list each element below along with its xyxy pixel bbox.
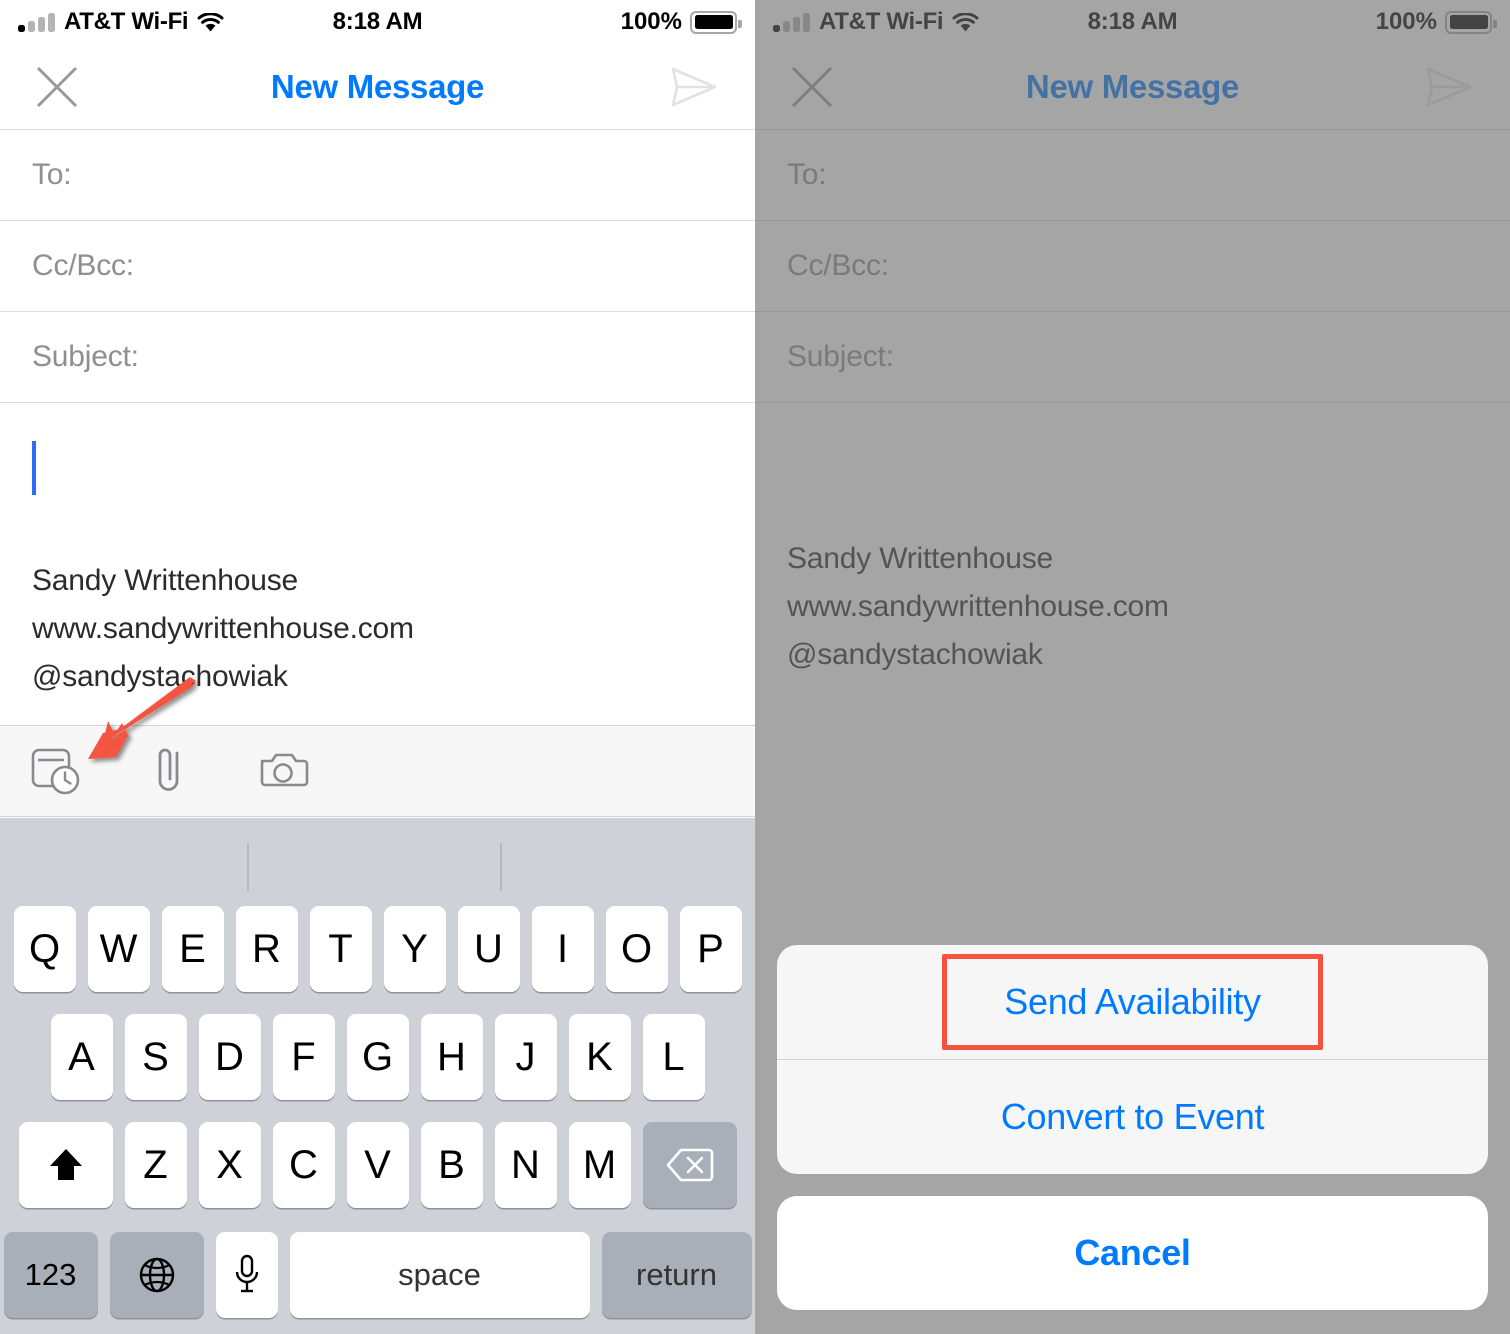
cc-bcc-field[interactable]: Cc/Bcc: [0, 221, 755, 312]
keyboard-row-4: 123 space return [0, 1232, 755, 1318]
action-convert-to-event[interactable]: Convert to Event [777, 1060, 1488, 1174]
globe-language-icon[interactable] [109, 1232, 204, 1318]
key-space[interactable]: space [289, 1232, 590, 1318]
email-signature-2: Sandy Writtenhouse www.sandywrittenhouse… [787, 535, 1478, 679]
key-numeric-123[interactable]: 123 [3, 1232, 98, 1318]
key-h[interactable]: H [420, 1014, 483, 1100]
signature-line-website: www.sandywrittenhouse.com [787, 590, 1169, 623]
key-b[interactable]: B [420, 1122, 483, 1208]
key-n[interactable]: N [494, 1122, 557, 1208]
key-o[interactable]: O [605, 906, 668, 992]
send-paper-plane-icon[interactable] [665, 64, 721, 110]
subject-field[interactable]: Subject: [755, 312, 1510, 403]
action-convert-to-event-label: Convert to Event [1000, 1096, 1265, 1137]
key-e[interactable]: E [161, 906, 224, 992]
predictive-text-bar[interactable] [0, 818, 755, 894]
cc-bcc-field-label: Cc/Bcc: [787, 249, 889, 282]
to-field[interactable]: To: [755, 130, 1510, 221]
signature-line-handle: @sandystachowiak [787, 638, 1043, 671]
key-p[interactable]: P [679, 906, 742, 992]
camera-icon[interactable] [258, 745, 310, 797]
close-x-icon[interactable] [34, 64, 80, 110]
signature-line-website: www.sandywrittenhouse.com [32, 612, 414, 645]
action-sheet: Send Availability Convert to Event Cance… [755, 945, 1510, 1334]
key-x[interactable]: X [198, 1122, 261, 1208]
to-field-label: To: [787, 158, 827, 191]
key-g[interactable]: G [346, 1014, 409, 1100]
key-c[interactable]: C [272, 1122, 335, 1208]
annotation-arrow [88, 677, 196, 759]
status-bar-2: AT&T Wi-Fi 8:18 AM 100% [755, 0, 1510, 44]
status-bar: AT&T Wi-Fi 8:18 AM 100% [0, 0, 755, 44]
keyboard-row-1: Q W E R T Y U I O P [0, 906, 755, 992]
navigation-bar: New Message [0, 44, 755, 130]
subject-field-label: Subject: [787, 340, 894, 373]
navigation-bar-2: New Message [755, 44, 1510, 130]
subject-field-label: Subject: [32, 340, 139, 373]
key-s[interactable]: S [124, 1014, 187, 1100]
message-body[interactable]: Sandy Writtenhouse www.sandywrittenhouse… [0, 403, 755, 701]
cc-bcc-field-label: Cc/Bcc: [32, 249, 134, 282]
key-i[interactable]: I [531, 906, 594, 992]
signature-line-name: Sandy Writtenhouse [32, 564, 299, 597]
microphone-dictation-icon[interactable] [215, 1232, 278, 1318]
key-m[interactable]: M [568, 1122, 631, 1208]
signature-line-name: Sandy Writtenhouse [787, 542, 1054, 575]
key-v[interactable]: V [346, 1122, 409, 1208]
key-t[interactable]: T [309, 906, 372, 992]
battery-full-icon [1445, 10, 1497, 34]
key-z[interactable]: Z [124, 1122, 187, 1208]
key-k[interactable]: K [568, 1014, 631, 1100]
clock-label: 8:18 AM [332, 8, 423, 35]
key-d[interactable]: D [198, 1014, 261, 1100]
key-y[interactable]: Y [383, 906, 446, 992]
action-cancel-button[interactable]: Cancel [777, 1196, 1488, 1310]
action-sheet-options-group: Send Availability Convert to Event [777, 945, 1488, 1174]
keyboard-row-2: A S D F G H J K L [0, 1014, 755, 1100]
action-send-availability[interactable]: Send Availability [777, 945, 1488, 1059]
key-f[interactable]: F [272, 1014, 335, 1100]
phone-screen-action-sheet: AT&T Wi-Fi 8:18 AM 100% New Message To: … [755, 0, 1510, 1334]
key-l[interactable]: L [642, 1014, 705, 1100]
close-x-icon[interactable] [789, 64, 835, 110]
key-a[interactable]: A [50, 1014, 113, 1100]
onscreen-keyboard: Q W E R T Y U I O P A S D F G H J K L Z … [0, 818, 755, 1334]
subject-field[interactable]: Subject: [0, 312, 755, 403]
two-panel-screenshot: AT&T Wi-Fi 8:18 AM 100% New Message To: … [0, 0, 1510, 1334]
page-title: New Message [1025, 67, 1240, 105]
clock-label: 8:18 AM [1087, 8, 1178, 35]
to-field[interactable]: To: [0, 130, 755, 221]
text-cursor [32, 441, 36, 495]
keyboard-row-3: Z X C V B N M [0, 1122, 755, 1208]
action-cancel-label: Cancel [1074, 1232, 1191, 1273]
predictive-separator-1 [247, 843, 249, 891]
to-field-label: To: [32, 158, 72, 191]
battery-full-icon [690, 10, 742, 34]
keyboard-bottom-padding [0, 1318, 755, 1334]
predictive-separator-2 [500, 843, 502, 891]
key-w[interactable]: W [87, 906, 150, 992]
key-q[interactable]: Q [13, 906, 76, 992]
message-body-2[interactable]: Sandy Writtenhouse www.sandywrittenhouse… [755, 403, 1510, 679]
key-u[interactable]: U [457, 906, 520, 992]
send-paper-plane-icon[interactable] [1420, 64, 1476, 110]
shift-arrow-up-icon[interactable] [18, 1122, 113, 1208]
cc-bcc-field[interactable]: Cc/Bcc: [755, 221, 1510, 312]
key-r[interactable]: R [235, 906, 298, 992]
backspace-delete-icon[interactable] [642, 1122, 737, 1208]
annotation-highlight-box [942, 954, 1323, 1050]
phone-screen-compose: AT&T Wi-Fi 8:18 AM 100% New Message To: … [0, 0, 755, 1334]
key-j[interactable]: J [494, 1014, 557, 1100]
page-title: New Message [270, 67, 485, 105]
key-return[interactable]: return [601, 1232, 752, 1318]
